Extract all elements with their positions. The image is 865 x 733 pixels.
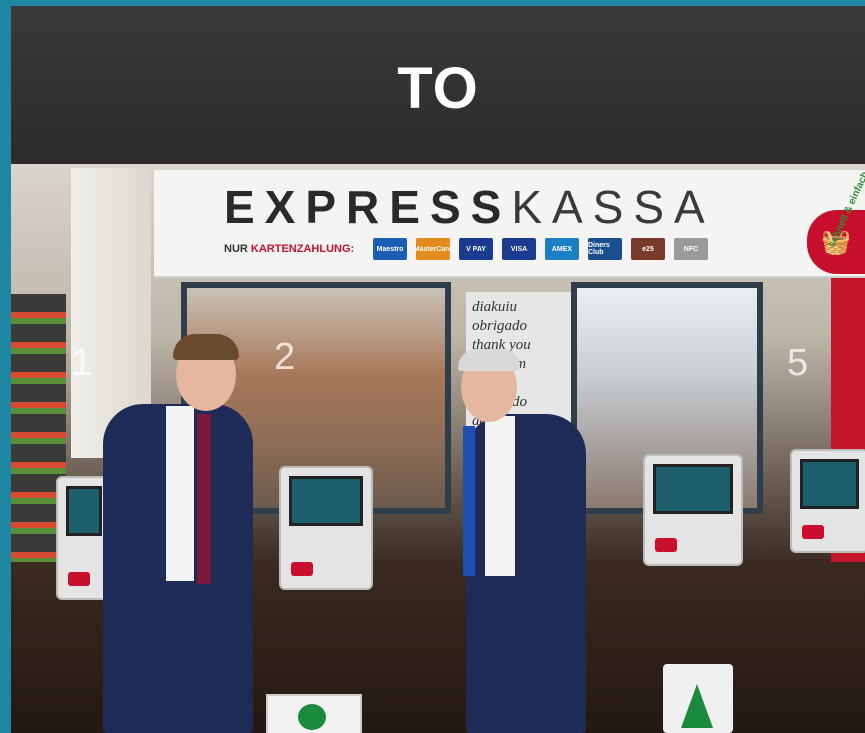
self-checkout-kiosk (790, 449, 865, 553)
thank-you-word: obrigado (472, 318, 528, 334)
card-slot (655, 538, 677, 552)
payment-note: NUR KARTENZAHLUNG: (224, 243, 354, 255)
sign-title-light: KASSA (511, 181, 715, 233)
card-logo: e25 (631, 238, 665, 260)
thank-you-word: diakuiu (472, 299, 517, 315)
card-slot (802, 525, 824, 539)
tree-icon (681, 684, 713, 728)
card-logo: V PAY (459, 238, 493, 260)
spar-logo-icon (298, 704, 326, 730)
card-logo: Maestro (373, 238, 407, 260)
card-logo: AMEX (545, 238, 579, 260)
store-photo: EXPRESSKASSA NUR KARTENZAHLUNG: Maestro M… (11, 164, 865, 733)
card-logo: NFC (674, 238, 708, 260)
self-checkout-kiosk (643, 454, 743, 566)
payment-note-prefix: NUR (224, 243, 248, 255)
card-logo: MasterCard (414, 238, 452, 260)
kiosk-screen (289, 476, 363, 526)
kiosk-screen (653, 464, 733, 514)
express-checkout-sign: EXPRESSKASSA NUR KARTENZAHLUNG: Maestro M… (154, 170, 865, 278)
lane-number-5: 5 (787, 342, 809, 384)
self-checkout-kiosk (279, 466, 373, 590)
lane-number-1: 1 (71, 342, 93, 384)
card-slot (68, 572, 90, 586)
card-logo: Diners Club (588, 238, 622, 260)
banner-title: TO (397, 55, 479, 121)
payment-note-highlight: KARTENZAHLUNG: (250, 243, 355, 255)
card-logos: Maestro MasterCard V PAY VISA AMEX Diners Clu… (373, 238, 708, 260)
kiosk-screen (800, 459, 859, 509)
title-banner: TO (11, 6, 865, 164)
card-slot (291, 562, 313, 576)
image-container: TO EXPRESSKASSA NUR KARTENZAHLUNG: Maest… (11, 6, 865, 733)
card-logo: VISA (502, 238, 536, 260)
sign-title-bold: EXPRESS (224, 181, 512, 233)
kiosk-screen (66, 486, 102, 536)
shop-display-box (266, 694, 362, 733)
lane-number-2: 2 (274, 336, 296, 378)
sign-title: EXPRESSKASSA (224, 180, 715, 234)
